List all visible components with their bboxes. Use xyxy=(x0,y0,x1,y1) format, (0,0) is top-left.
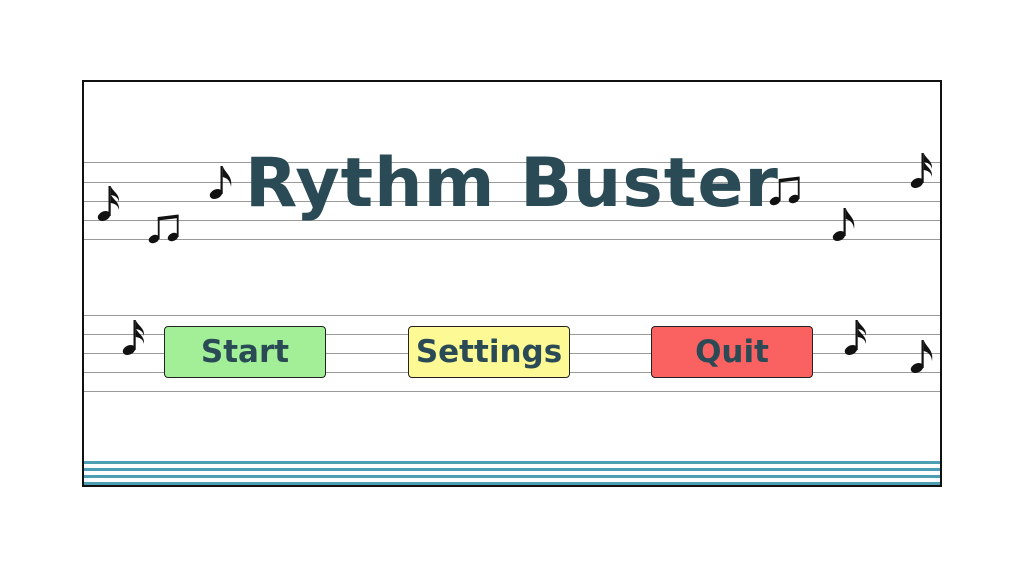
eighth-note-icon xyxy=(909,340,933,375)
teal-staff-line xyxy=(84,475,940,478)
settings-button[interactable]: Settings xyxy=(408,326,570,378)
teal-staff-line xyxy=(84,468,940,471)
eighth-note-icon xyxy=(208,166,232,201)
eighth-note-icon xyxy=(831,208,855,243)
staff-line xyxy=(84,239,940,240)
sixteenth-note-icon xyxy=(121,320,145,357)
beamed-eighth-notes-icon xyxy=(147,214,180,245)
start-button[interactable]: Start xyxy=(164,326,326,378)
quit-button[interactable]: Quit xyxy=(651,326,813,378)
sixteenth-note-icon xyxy=(96,186,120,223)
game-frame: Rythm Buster Start Settings Quit xyxy=(82,80,942,487)
teal-staff-line xyxy=(84,482,940,485)
staff-line xyxy=(84,391,940,392)
teal-staff-line xyxy=(84,461,940,464)
sixteenth-note-icon xyxy=(909,153,933,190)
beamed-eighth-notes-icon xyxy=(768,176,801,207)
sixteenth-note-icon xyxy=(843,320,867,357)
staff-line xyxy=(84,315,940,316)
